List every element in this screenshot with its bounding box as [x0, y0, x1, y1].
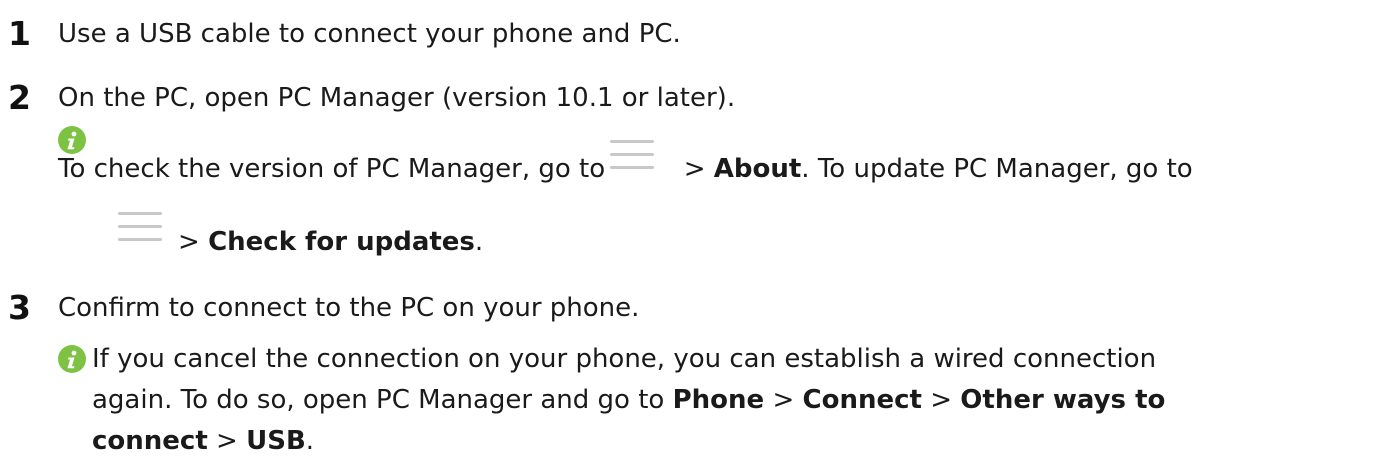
note-2-line-2: again. To do so, open PC Manager and go … [92, 384, 1165, 416]
info-icon [58, 345, 86, 373]
note-1-period: . [474, 227, 484, 257]
note-2-sep-2: > [930, 385, 953, 415]
note-2-line-1: If you cancel the connection on your pho… [92, 344, 1157, 374]
note-2-line-3: connect > USB. [92, 425, 314, 457]
step-3-text: Confirm to connect to the PC on your pho… [58, 293, 640, 323]
other-ways-label: Other ways to [960, 385, 1166, 415]
step-1-number: 1 [8, 14, 31, 53]
note-1-line-2: > Check for updates. [178, 226, 483, 258]
menu-icon [118, 212, 162, 241]
step-3-number: 3 [8, 288, 31, 327]
check-for-updates-label: Check for updates [208, 227, 475, 257]
note-1-sep-2: > [178, 227, 200, 257]
connect-label: Connect [802, 385, 922, 415]
step-1-text: Use a USB cable to connect your phone an… [58, 19, 681, 49]
about-label: About [713, 154, 802, 184]
note-2-sep-1: > [772, 385, 795, 415]
note-1-sep-1: > [683, 154, 706, 184]
note-2-sep-3: > [216, 426, 238, 456]
other-ways-label-cont: connect [92, 426, 208, 456]
note-2-text-a: again. To do so, open PC Manager and go … [92, 385, 665, 415]
phone-label: Phone [672, 385, 765, 415]
menu-icon [610, 140, 654, 169]
note-1-text-b: . To update PC Manager, go to [801, 154, 1193, 184]
note-2-period: . [305, 426, 315, 456]
step-2-number: 2 [8, 78, 31, 117]
info-icon [58, 126, 86, 154]
usb-label: USB [246, 426, 306, 456]
note-1-text-a: To check the version of PC Manager, go t… [58, 154, 606, 184]
step-2-text: On the PC, open PC Manager (version 10.1… [58, 83, 736, 113]
